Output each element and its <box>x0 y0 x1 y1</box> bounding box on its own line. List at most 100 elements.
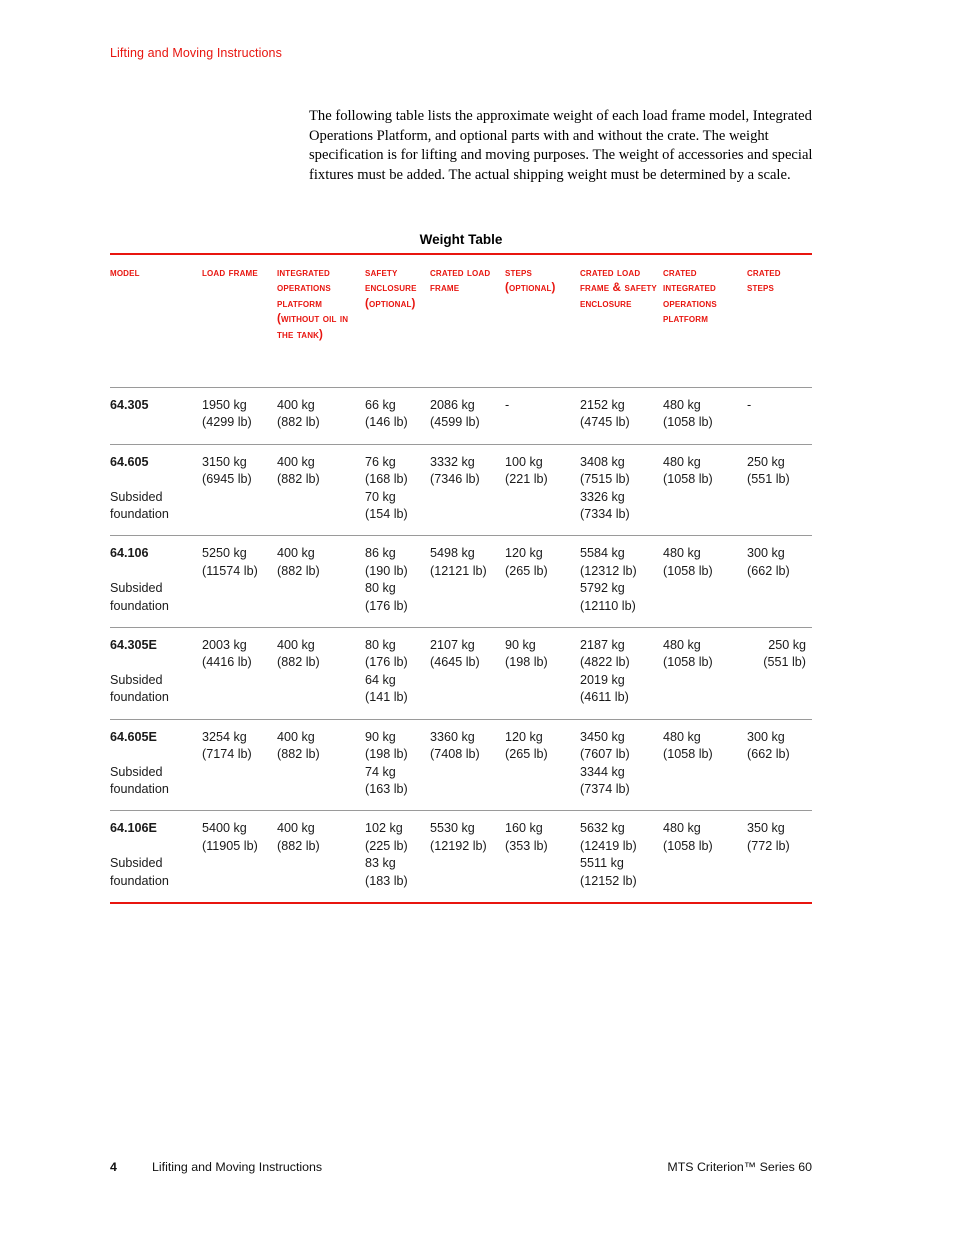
cell-steps-lb: (221 lb) <box>505 472 548 487</box>
cell-safety-enclosure-subsided: 80 kg (176 lb) <box>365 580 430 627</box>
cell-integrated-operations-platform-kg: 400 kg <box>277 398 315 412</box>
cell-load-frame: 3150 kg (6945 lb) <box>202 443 277 489</box>
cell-safety-enclosure-lb: (168 lb) <box>365 472 408 487</box>
cell-integrated-operations-platform-kg: 400 kg <box>277 821 315 836</box>
subsided-label-line-1: Subsided <box>110 856 163 871</box>
cell-model-value: 64.305E <box>110 638 157 653</box>
col-header-iop-label: Integrated Operations Platform (without … <box>277 266 349 341</box>
subsided-label-line-2: foundation <box>110 873 169 888</box>
footer-page-number: 4 <box>110 1160 117 1174</box>
table-row-subsided-foundation <box>110 432 812 445</box>
cell-steps: 160 kg (353 lb) <box>505 810 580 856</box>
cell-load-frame-kg: 2003 kg <box>202 638 247 653</box>
col-header-crated-load-frame: Crated Load Frame <box>430 253 505 388</box>
cell-crated-load-frame-safety-enclosure-subsided <box>580 432 663 445</box>
cell-crated-load-frame-subsided <box>430 672 505 719</box>
cell-load-frame-subsided <box>202 672 277 719</box>
cell-integrated-operations-platform: 400 kg (882 lb) <box>277 443 365 489</box>
cell-crated-load-frame-safety-enclosure-kg: 3450 kg <box>580 729 625 744</box>
cell-crated-steps-subsided <box>747 764 812 811</box>
cell-crated-load-frame-safety-enclosure-subsided: 3344 kg (7374 lb) <box>580 764 663 811</box>
cell-crated-load-frame-safety-enclosure-lb: (4745 lb) <box>580 415 630 430</box>
cell-load-frame-kg: 3150 kg <box>202 454 247 469</box>
cell-safety-enclosure-kg: 76 kg <box>365 454 396 469</box>
cell-integrated-operations-platform-lb: (882 lb) <box>277 655 320 670</box>
cell-load-frame-kg: 3254 kg <box>202 729 247 744</box>
cell-steps: 120 kg (265 lb) <box>505 718 580 764</box>
cell-safety-enclosure-lb: (225 lb) <box>365 838 408 853</box>
cell-integrated-operations-platform: 400 kg (882 lb) <box>277 388 365 432</box>
cell-crated-load-frame-lb: (4599 lb) <box>430 415 480 430</box>
cell-integrated-operations-platform-lb: (882 lb) <box>277 563 320 578</box>
cell-crated-load-frame-lb: (4645 lb) <box>430 655 480 670</box>
cell-integrated-operations-platform-lb: (882 lb) <box>277 838 320 853</box>
footer-product-name: MTS Criterion™ Series 60 <box>667 1160 812 1174</box>
cell-crated-integrated-operations-platform-lb: (1058 lb) <box>663 472 713 487</box>
cell-steps-kg: 120 kg <box>505 729 543 744</box>
weight-table-wrapper: Model Load Frame Integrated Operations P… <box>110 253 812 904</box>
cell-crated-load-frame-safety-enclosure-lb: (7607 lb) <box>580 747 630 762</box>
cell-crated-load-frame-safety-enclosure-subsided-lb: (12110 lb) <box>580 598 636 613</box>
cell-crated-load-frame-safety-enclosure-subsided-kg: 2019 kg <box>580 672 625 687</box>
cell-crated-integrated-operations-platform: 480 kg (1058 lb) <box>663 627 747 672</box>
cell-subsided-foundation-label <box>110 432 202 445</box>
cell-crated-load-frame-kg: 2107 kg <box>430 638 475 653</box>
cell-crated-load-frame-safety-enclosure-subsided-kg: 5511 kg <box>580 856 624 871</box>
cell-integrated-operations-platform-kg: 400 kg <box>277 454 315 469</box>
cell-crated-load-frame-safety-enclosure: 3408 kg (7515 lb) <box>580 443 663 489</box>
cell-crated-integrated-operations-platform-subsided <box>663 432 747 445</box>
cell-model: 64.106E <box>110 810 202 856</box>
cell-crated-load-frame-kg: 3360 kg <box>430 729 475 744</box>
table-row: 64.305E 2003 kg (4416 lb) 400 kg (882 lb) 80 … <box>110 627 812 672</box>
cell-crated-integrated-operations-platform: 480 kg (1058 lb) <box>663 535 747 581</box>
cell-integrated-operations-platform-subsided <box>277 580 365 627</box>
cell-integrated-operations-platform-subsided <box>277 489 365 536</box>
cell-load-frame: 5400 kg (11905 lb) <box>202 810 277 856</box>
cell-load-frame-subsided <box>202 764 277 811</box>
cell-crated-load-frame-safety-enclosure-lb: (7515 lb) <box>580 472 630 487</box>
footer-section-title: Lifiting and Moving Instructions <box>152 1160 323 1174</box>
cell-crated-load-frame-safety-enclosure-subsided-kg: 3326 kg <box>580 489 625 504</box>
cell-crated-load-frame-safety-enclosure: 3450 kg (7607 lb) <box>580 718 663 764</box>
cell-crated-steps-kg: - <box>747 398 752 412</box>
col-header-model: Model <box>110 253 202 388</box>
cell-crated-integrated-operations-platform: 480 kg (1058 lb) <box>663 810 747 856</box>
cell-model-value: 64.106E <box>110 821 157 836</box>
cell-load-frame: 3254 kg (7174 lb) <box>202 718 277 764</box>
cell-model: 64.106 <box>110 535 202 581</box>
col-header-steps: Steps (Optional) <box>505 253 580 388</box>
cell-crated-integrated-operations-platform: 480 kg (1058 lb) <box>663 388 747 432</box>
cell-crated-steps-subsided <box>747 580 812 627</box>
cell-model: 64.305E <box>110 627 202 672</box>
cell-crated-load-frame-safety-enclosure-subsided: 5511 kg (12152 lb) <box>580 855 663 904</box>
cell-steps-kg: 120 kg <box>505 546 543 561</box>
cell-crated-integrated-operations-platform-subsided <box>663 489 747 536</box>
cell-integrated-operations-platform: 400 kg (882 lb) <box>277 718 365 764</box>
cell-crated-steps: 250 kg (551 lb) <box>747 443 812 489</box>
cell-crated-load-frame-kg: 5530 kg <box>430 821 475 836</box>
cell-crated-integrated-operations-platform-subsided <box>663 672 747 719</box>
cell-load-frame: 1950 kg (4299 lb) <box>202 388 277 432</box>
cell-crated-integrated-operations-platform-kg: 480 kg <box>663 398 701 412</box>
cell-crated-steps-subsided <box>747 855 812 904</box>
cell-model-value: 64.605E <box>110 729 157 744</box>
cell-crated-load-frame-kg: 2086 kg <box>430 398 475 412</box>
cell-subsided-foundation-label: Subsided foundation <box>110 580 202 627</box>
table-row-subsided-foundation: Subsided foundation 83 kg (183 lb) 5511 kg (1… <box>110 855 812 904</box>
cell-crated-load-frame-lb: (7408 lb) <box>430 747 480 762</box>
cell-crated-steps-subsided <box>747 432 812 445</box>
cell-safety-enclosure: 86 kg (190 lb) <box>365 535 430 581</box>
cell-crated-load-frame-subsided <box>430 855 505 904</box>
cell-safety-enclosure-lb: (146 lb) <box>365 415 408 430</box>
cell-steps-subsided <box>505 672 580 719</box>
cell-crated-load-frame-subsided <box>430 580 505 627</box>
cell-crated-load-frame-safety-enclosure-kg: 2187 kg <box>580 638 625 653</box>
col-header-safety-enclosure: Safety Enclosure (Optional) <box>365 253 430 388</box>
cell-crated-steps-kg: 300 kg <box>747 546 785 561</box>
cell-integrated-operations-platform-kg: 400 kg <box>277 638 315 653</box>
cell-steps-lb: (353 lb) <box>505 838 548 853</box>
cell-steps-subsided <box>505 764 580 811</box>
cell-load-frame-subsided <box>202 580 277 627</box>
table-row: 64.605E 3254 kg (7174 lb) 400 kg (882 lb) 90 … <box>110 718 812 764</box>
cell-crated-load-frame-safety-enclosure-kg: 5584 kg <box>580 546 625 561</box>
